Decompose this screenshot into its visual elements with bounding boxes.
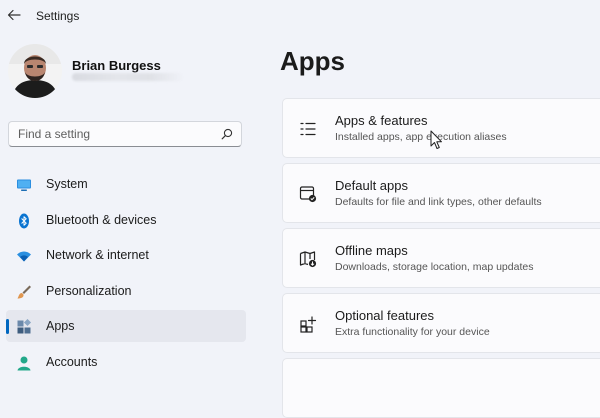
card-subtitle: Defaults for file and link types, other … bbox=[335, 196, 542, 208]
sidebar-item-bluetooth[interactable]: Bluetooth & devices bbox=[6, 204, 246, 236]
selection-indicator bbox=[6, 319, 9, 335]
card-subtitle: Installed apps, app execution aliases bbox=[335, 131, 507, 143]
default-apps-icon bbox=[299, 186, 317, 203]
window-title: Settings bbox=[36, 9, 80, 23]
search-input[interactable] bbox=[9, 122, 218, 146]
user-name: Brian Burgess bbox=[72, 58, 161, 73]
card-default-apps[interactable]: Default apps Defaults for file and link … bbox=[282, 163, 600, 223]
add-feature-icon bbox=[300, 316, 317, 333]
card-title: Apps & features bbox=[335, 113, 428, 128]
card-subtitle: Extra functionality for your device bbox=[335, 326, 490, 338]
search-icon[interactable] bbox=[221, 128, 233, 140]
search-box[interactable] bbox=[8, 121, 242, 147]
sidebar-item-label: Network & internet bbox=[46, 248, 149, 263]
sidebar-item-accounts[interactable]: Accounts bbox=[6, 346, 246, 378]
avatar[interactable] bbox=[8, 44, 62, 98]
card-next[interactable] bbox=[282, 358, 600, 418]
sidebar-item-apps[interactable]: Apps bbox=[6, 310, 246, 343]
map-icon bbox=[299, 251, 317, 268]
card-optional-features[interactable]: Optional features Extra functionality fo… bbox=[282, 293, 600, 353]
monitor-icon bbox=[17, 179, 31, 191]
wifi-icon bbox=[17, 251, 31, 262]
sidebar-item-label: Apps bbox=[46, 319, 75, 334]
sidebar-item-label: Personalization bbox=[46, 283, 132, 298]
card-title: Optional features bbox=[335, 308, 435, 323]
apps-icon bbox=[17, 319, 32, 334]
sidebar-item-label: Bluetooth & devices bbox=[46, 212, 157, 227]
mouse-cursor-icon bbox=[430, 130, 442, 149]
sidebar-item-system[interactable]: System bbox=[6, 168, 246, 200]
sidebar-item-label: Accounts bbox=[46, 354, 98, 369]
brush-icon bbox=[17, 285, 31, 299]
sidebar-item-personalization[interactable]: Personalization bbox=[6, 275, 246, 307]
back-arrow-icon[interactable] bbox=[6, 7, 22, 23]
title-bar: Settings bbox=[0, 0, 600, 30]
person-icon bbox=[17, 356, 31, 371]
page-title: Apps bbox=[280, 46, 345, 76]
list-icon bbox=[300, 122, 316, 136]
sidebar-item-network[interactable]: Network & internet bbox=[6, 239, 246, 271]
bluetooth-icon bbox=[19, 213, 29, 229]
card-title: Default apps bbox=[335, 178, 408, 193]
card-subtitle: Downloads, storage location, map updates bbox=[335, 261, 534, 273]
card-title: Offline maps bbox=[335, 243, 408, 258]
sidebar-nav: System Bluetooth & devices Network & int… bbox=[6, 168, 246, 382]
sidebar-item-label: System bbox=[46, 177, 88, 191]
card-offline-maps[interactable]: Offline maps Downloads, storage location… bbox=[282, 228, 600, 288]
redacted-email bbox=[72, 73, 184, 81]
